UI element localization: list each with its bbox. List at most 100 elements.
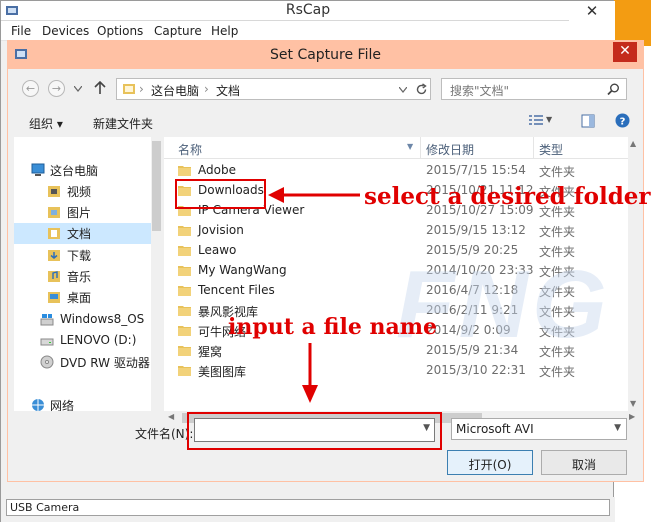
nav-item-lenovo-d[interactable]: LENOVO (D:) bbox=[14, 331, 151, 352]
scroll-left-icon[interactable]: ◀ bbox=[168, 412, 174, 421]
empty-fill bbox=[252, 377, 282, 391]
nav-item-windows8-os[interactable]: Windows8_OS bbox=[14, 310, 151, 331]
file-row[interactable]: Adobe 2015/7/15 15:54 文件夹 bbox=[164, 161, 628, 181]
filename-label: 文件名(N): bbox=[135, 427, 194, 441]
folder-icon bbox=[178, 366, 191, 376]
column-name-header[interactable]: 名称 bbox=[178, 141, 202, 158]
scroll-up-icon[interactable]: ▲ bbox=[630, 139, 636, 148]
file-modified-date: 2015/3/10 22:31 bbox=[426, 363, 526, 377]
search-icon bbox=[607, 83, 619, 96]
breadcrumb-documents[interactable]: 文档 bbox=[216, 82, 240, 99]
view-options-icon[interactable] bbox=[529, 115, 543, 127]
menu-capture[interactable]: Capture bbox=[154, 24, 202, 38]
file-modified-date: 2015/7/15 15:54 bbox=[426, 163, 526, 177]
file-name: 美图图库 bbox=[198, 365, 247, 379]
nav-item-downloads[interactable]: 下载 bbox=[14, 245, 151, 266]
folder-icon bbox=[178, 306, 191, 316]
main-close-button[interactable]: ✕ bbox=[569, 1, 615, 21]
address-bar[interactable]: › 这台电脑 › 文档 bbox=[116, 78, 431, 100]
nav-item-videos[interactable]: 视频 bbox=[14, 181, 151, 202]
open-button[interactable]: 打开(O) bbox=[447, 450, 533, 475]
search-placeholder: 搜索"文档" bbox=[450, 84, 510, 98]
music-folder-icon bbox=[48, 271, 60, 282]
navigation-scrollbar[interactable] bbox=[151, 137, 162, 411]
menu-devices[interactable]: Devices bbox=[42, 24, 89, 38]
dvd-drive-icon bbox=[40, 355, 54, 369]
organize-button[interactable]: 组织 ▾ bbox=[29, 115, 63, 132]
nav-item-desktop[interactable]: 桌面 bbox=[14, 287, 151, 308]
file-type: 文件夹 bbox=[539, 225, 576, 239]
help-icon[interactable]: ? bbox=[615, 113, 630, 128]
drive-icon bbox=[40, 314, 54, 326]
back-button[interactable]: ← bbox=[22, 80, 39, 97]
status-bar: USB Camera bbox=[1, 497, 615, 522]
folder-icon bbox=[178, 226, 191, 236]
file-type-select[interactable]: Microsoft AVI ▼ bbox=[451, 418, 627, 440]
recent-chevron-icon[interactable] bbox=[74, 86, 82, 92]
menu-file[interactable]: File bbox=[11, 24, 31, 38]
search-input[interactable]: 搜索"文档" bbox=[441, 78, 627, 100]
folder-icon bbox=[123, 84, 135, 94]
nav-item-documents[interactable]: 文档 bbox=[14, 223, 151, 244]
file-name: Jovision bbox=[198, 223, 244, 237]
up-arrow-icon[interactable] bbox=[94, 81, 106, 95]
folder-icon bbox=[178, 166, 191, 176]
column-separator[interactable] bbox=[420, 137, 421, 159]
videos-folder-icon bbox=[48, 186, 60, 197]
file-type: 文件夹 bbox=[539, 165, 576, 179]
file-row[interactable]: 美图图库 2015/3/10 22:31 文件夹 bbox=[164, 361, 628, 381]
filename-highlight-box bbox=[187, 412, 442, 450]
nav-item-pictures[interactable]: 图片 bbox=[14, 202, 151, 223]
column-filter-icon[interactable]: ▼ bbox=[407, 142, 413, 151]
nav-item-network[interactable]: 网络 bbox=[14, 395, 151, 411]
scrollbar-thumb[interactable] bbox=[152, 141, 161, 231]
select-folder-annotation: select a desired folder bbox=[364, 183, 651, 210]
menu-help[interactable]: Help bbox=[211, 24, 238, 38]
file-list-vertical-scrollbar[interactable]: ▲ ▼ bbox=[628, 137, 641, 411]
cancel-button-label: 取消 bbox=[571, 458, 596, 472]
folder-icon bbox=[178, 246, 191, 256]
file-name: My WangWang bbox=[198, 263, 287, 277]
watermark: FNG bbox=[396, 251, 611, 358]
nav-item-dvd-drive[interactable]: DVD RW 驱动器 bbox=[14, 352, 151, 373]
column-separator[interactable] bbox=[533, 137, 534, 159]
column-modified-header[interactable]: 修改日期 bbox=[426, 141, 474, 158]
breadcrumb-this-pc[interactable]: 这台电脑 bbox=[151, 82, 199, 99]
forward-button[interactable]: → bbox=[48, 80, 65, 97]
file-name: Tencent Files bbox=[198, 283, 275, 297]
scroll-down-icon[interactable]: ▼ bbox=[630, 399, 636, 408]
dialog-close-button[interactable]: ✕ bbox=[613, 42, 637, 62]
nav-item-music[interactable]: 音乐 bbox=[14, 266, 151, 287]
nav-item-this-pc[interactable]: 这台电脑 bbox=[14, 160, 151, 181]
network-icon bbox=[32, 399, 44, 411]
column-type-header[interactable]: 类型 bbox=[539, 141, 563, 158]
breadcrumb-separator: › bbox=[139, 82, 144, 96]
address-dropdown-icon[interactable] bbox=[399, 87, 407, 93]
close-icon: ✕ bbox=[619, 43, 631, 59]
left-arrow-annotation bbox=[268, 187, 360, 203]
preview-pane-icon[interactable] bbox=[581, 114, 595, 128]
menu-options[interactable]: Options bbox=[97, 24, 143, 38]
folder-icon bbox=[178, 346, 191, 356]
view-dropdown-icon[interactable]: ▼ bbox=[546, 115, 552, 124]
main-window-title: RsCap bbox=[285, 2, 331, 18]
open-button-label: 打开(O) bbox=[468, 458, 512, 472]
column-header-row: ^ 名称 ▼ 修改日期 类型 bbox=[164, 137, 628, 159]
downloads-folder-icon bbox=[48, 250, 60, 261]
file-name: 猩窝 bbox=[198, 345, 223, 359]
forward-arrow-icon: → bbox=[51, 82, 62, 95]
refresh-icon[interactable] bbox=[415, 83, 428, 96]
file-type: 文件夹 bbox=[539, 365, 576, 379]
computer-icon bbox=[31, 163, 45, 176]
breadcrumb-separator: › bbox=[204, 82, 209, 96]
folder-icon bbox=[178, 266, 191, 276]
desktop-folder-icon bbox=[48, 292, 60, 303]
scroll-right-icon[interactable]: ▶ bbox=[629, 412, 635, 421]
cancel-button[interactable]: 取消 bbox=[541, 450, 627, 475]
file-name: Adobe bbox=[198, 163, 236, 177]
file-row[interactable]: Jovision 2015/9/15 13:12 文件夹 bbox=[164, 221, 628, 241]
new-folder-button[interactable]: 新建文件夹 bbox=[93, 115, 153, 132]
svg-text:?: ? bbox=[620, 117, 626, 128]
folder-icon bbox=[178, 286, 191, 296]
file-type-value: Microsoft AVI bbox=[456, 422, 534, 436]
